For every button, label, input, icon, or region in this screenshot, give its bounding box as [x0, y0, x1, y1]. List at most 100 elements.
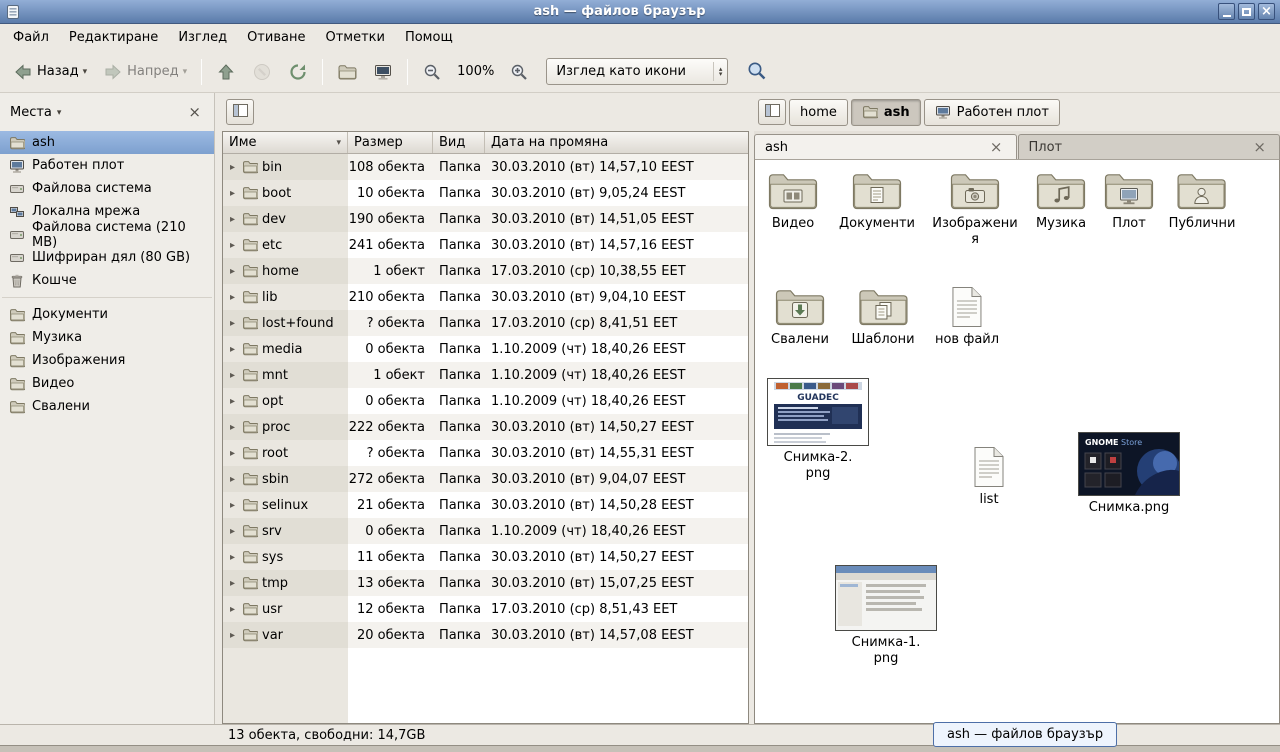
expander-icon[interactable]: ▸	[227, 526, 238, 537]
icon-view-area[interactable]: Видео Документи Изображения Музика Плот Публи…	[754, 159, 1280, 724]
path-button-desktop[interactable]: Работен плот	[924, 99, 1060, 126]
menu-item-3[interactable]: Отиване	[237, 26, 315, 49]
tab-plot[interactable]: Плот×	[1018, 134, 1280, 159]
sidebar-item-pictures[interactable]: Изображения	[0, 349, 214, 372]
tree-row[interactable]: ▸mnt1 обектПапка1.10.2009 (чт) 18,40,26 …	[223, 362, 748, 388]
expander-icon[interactable]: ▸	[227, 344, 238, 355]
forward-button[interactable]: Напред ▾	[96, 57, 194, 87]
expander-icon[interactable]: ▸	[227, 604, 238, 615]
expander-icon[interactable]: ▸	[227, 162, 238, 173]
tree-row[interactable]: ▸bin108 обектаПапка30.03.2010 (вт) 14,57…	[223, 154, 748, 180]
tree-row[interactable]: ▸proc222 обектаПапка30.03.2010 (вт) 14,5…	[223, 414, 748, 440]
computer-button[interactable]	[366, 57, 400, 87]
icon-view-item-pictures[interactable]: Изображения	[932, 170, 1018, 247]
icon-view-item-documents[interactable]: Документи	[839, 170, 915, 232]
zoom-in-button[interactable]	[502, 57, 536, 87]
sidebar-item-video[interactable]: Видео	[0, 372, 214, 395]
column-header-size[interactable]: Размер	[348, 132, 433, 153]
menu-item-0[interactable]: Файл	[3, 26, 59, 49]
tab-close-icon[interactable]: ×	[1250, 138, 1269, 156]
sidebar-item-filesystem-210mb[interactable]: Файлова система (210 MB)	[0, 223, 214, 246]
icon-view-item-downloads[interactable]: Свалени	[771, 286, 829, 348]
tree-row[interactable]: ▸home1 обектПапка17.03.2010 (ср) 10,38,5…	[223, 258, 748, 284]
tree-row[interactable]: ▸boot10 обектаПапка30.03.2010 (вт) 9,05,…	[223, 180, 748, 206]
tree-pane-toggle-button[interactable]	[226, 99, 254, 125]
tree-row[interactable]: ▸tmp13 обектаПапка30.03.2010 (вт) 15,07,…	[223, 570, 748, 596]
menu-item-4[interactable]: Отметки	[315, 26, 394, 49]
path-button-home[interactable]: home	[789, 99, 848, 126]
tab-ash[interactable]: ash×	[754, 134, 1017, 159]
icon-view-item-desktop[interactable]: Плот	[1103, 170, 1155, 232]
expander-icon[interactable]: ▸	[227, 422, 238, 433]
tab-close-icon[interactable]: ×	[987, 138, 1006, 156]
icon-view-item-new-file[interactable]: нов файл	[935, 286, 999, 348]
tree-row[interactable]: ▸selinux21 обектаПапка30.03.2010 (вт) 14…	[223, 492, 748, 518]
tree-row[interactable]: ▸var20 обектаПапка30.03.2010 (вт) 14,57,…	[223, 622, 748, 648]
sidebar-item-music[interactable]: Музика	[0, 326, 214, 349]
places-selector[interactable]: Места ▾	[10, 105, 61, 120]
sidebar-item-encrypted-volume[interactable]: Шифриран дял (80 GB)	[0, 246, 214, 269]
expander-icon[interactable]: ▸	[227, 474, 238, 485]
menu-item-5[interactable]: Помощ	[395, 26, 463, 49]
expander-icon[interactable]: ▸	[227, 448, 238, 459]
icon-view-item-snimka-1[interactable]: Снимка-1.png	[835, 565, 937, 666]
tree-row[interactable]: ▸srv0 обектаПапка1.10.2009 (чт) 18,40,26…	[223, 518, 748, 544]
back-button[interactable]: Назад ▾	[6, 57, 94, 87]
tree-row[interactable]: ▸opt0 обектаПапка1.10.2009 (чт) 18,40,26…	[223, 388, 748, 414]
zoom-out-button[interactable]	[415, 57, 449, 87]
sidebar-item-documents[interactable]: Документи	[0, 303, 214, 326]
expander-icon[interactable]: ▸	[227, 500, 238, 511]
taskbar-window-button[interactable]: ash — файлов браузър	[933, 722, 1117, 747]
expander-icon[interactable]: ▸	[227, 240, 238, 251]
titlebar[interactable]: ash — файлов браузър ×	[0, 0, 1280, 24]
icon-view-item-music[interactable]: Музика	[1035, 170, 1087, 232]
column-header-name[interactable]: Име▾	[223, 132, 348, 153]
maximize-button[interactable]	[1238, 3, 1255, 20]
tree-row[interactable]: ▸root? обектаПапка30.03.2010 (вт) 14,55,…	[223, 440, 748, 466]
tree-row[interactable]: ▸media0 обектаПапка1.10.2009 (чт) 18,40,…	[223, 336, 748, 362]
expander-icon[interactable]: ▸	[227, 630, 238, 641]
tree-row[interactable]: ▸lib210 обектаПапка30.03.2010 (вт) 9,04,…	[223, 284, 748, 310]
expander-icon[interactable]: ▸	[227, 318, 238, 329]
icon-view-item-public[interactable]: Публични	[1169, 170, 1236, 232]
path-button-ash[interactable]: ash	[851, 99, 921, 126]
up-button[interactable]	[209, 57, 243, 87]
view-mode-select[interactable]: Изглед като икони ▴▾	[546, 58, 728, 85]
sidebar-item-downloads[interactable]: Свалени	[0, 395, 214, 418]
expander-icon[interactable]: ▸	[227, 292, 238, 303]
menu-item-2[interactable]: Изглед	[168, 26, 237, 49]
sidebar-close-icon[interactable]: ×	[183, 102, 206, 122]
icon-view-item-list[interactable]: list	[972, 446, 1006, 508]
tree-row[interactable]: ▸usr12 обектаПапка17.03.2010 (ср) 8,51,4…	[223, 596, 748, 622]
minimize-button[interactable]	[1218, 3, 1235, 20]
tree-row[interactable]: ▸dev190 обектаПапка30.03.2010 (вт) 14,51…	[223, 206, 748, 232]
sidebar-item-desktop[interactable]: Работен плот	[0, 154, 214, 177]
expander-icon[interactable]: ▸	[227, 396, 238, 407]
tree-row[interactable]: ▸sys11 обектаПапка30.03.2010 (вт) 14,50,…	[223, 544, 748, 570]
column-header-type[interactable]: Вид	[433, 132, 485, 153]
expander-icon[interactable]: ▸	[227, 188, 238, 199]
icon-view-item-templates[interactable]: Шаблони	[851, 286, 914, 348]
reload-button[interactable]	[281, 57, 315, 87]
icon-view-item-snimka[interactable]: GNOMEStoreСнимка.png	[1074, 432, 1184, 516]
search-button[interactable]	[742, 56, 771, 88]
stop-button[interactable]	[245, 57, 279, 87]
expander-icon[interactable]: ▸	[227, 266, 238, 277]
icon-view-item-snimka-2[interactable]: GUADECСнимка-2.png	[767, 378, 869, 481]
sidebar-item-trash[interactable]: Кошче	[0, 269, 214, 292]
pathbar-pane-button[interactable]	[758, 99, 786, 125]
column-header-date[interactable]: Дата на промяна	[485, 132, 748, 153]
expander-icon[interactable]: ▸	[227, 370, 238, 381]
close-button[interactable]: ×	[1258, 3, 1275, 20]
home-button[interactable]	[330, 57, 364, 87]
icon-view-item-video[interactable]: Видео	[767, 170, 819, 232]
tree-row[interactable]: ▸etc241 обектаПапка30.03.2010 (вт) 14,57…	[223, 232, 748, 258]
tree-row[interactable]: ▸lost+found? обектаПапка17.03.2010 (ср) …	[223, 310, 748, 336]
expander-icon[interactable]: ▸	[227, 552, 238, 563]
tree-row[interactable]: ▸sbin272 обектаПапка30.03.2010 (вт) 9,04…	[223, 466, 748, 492]
sidebar-item-filesystem[interactable]: Файлова система	[0, 177, 214, 200]
expander-icon[interactable]: ▸	[227, 578, 238, 589]
expander-icon[interactable]: ▸	[227, 214, 238, 225]
sidebar-item-ash[interactable]: ash	[0, 131, 214, 154]
pane-splitter[interactable]	[215, 93, 222, 724]
